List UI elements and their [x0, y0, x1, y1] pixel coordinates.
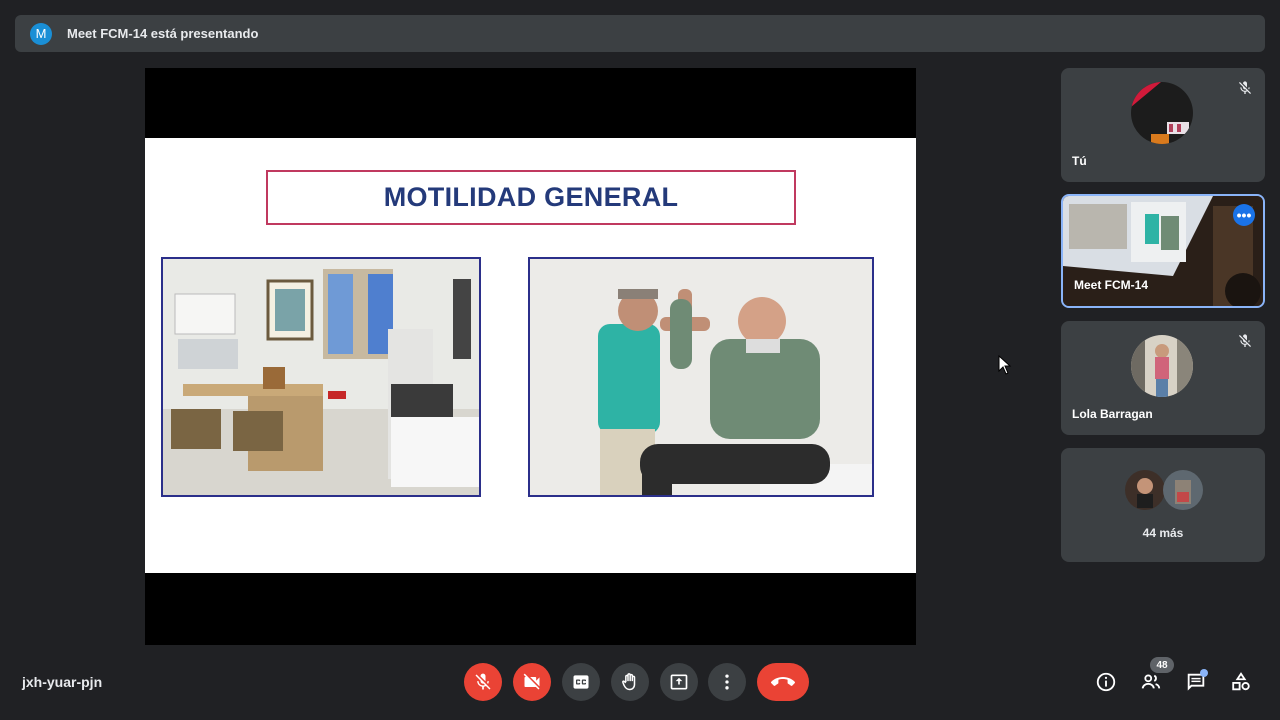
- raise-hand-icon: [622, 673, 636, 691]
- presenting-banner: M Meet FCM-14 está presentando: [15, 15, 1265, 52]
- avatar: [1131, 82, 1193, 144]
- participant-tile-lola[interactable]: Lola Barragan: [1061, 321, 1265, 435]
- mic-off-icon: [475, 673, 491, 690]
- presentation-stage: MOTILIDAD GENERAL: [145, 68, 916, 645]
- mic-off-icon: [1239, 81, 1251, 94]
- slide-title-box: MOTILIDAD GENERAL: [266, 170, 796, 225]
- videocam-off-icon: [523, 673, 540, 690]
- mic-toggle-button[interactable]: [464, 663, 502, 701]
- more-vert-icon: [725, 674, 729, 690]
- avatar: [1131, 335, 1193, 397]
- avatar-stack: [1125, 470, 1203, 510]
- mobility-exam-photo: [528, 257, 874, 497]
- meeting-code: jxh-yuar-pjn: [22, 674, 103, 690]
- presenting-text: Meet FCM-14 está presentando: [67, 26, 259, 41]
- present-button[interactable]: [660, 663, 698, 701]
- leave-call-button[interactable]: [757, 663, 809, 701]
- more-options-button[interactable]: [708, 663, 746, 701]
- participant-name: Lola Barragan: [1072, 407, 1153, 421]
- unread-indicator: [1200, 669, 1208, 677]
- activities-button[interactable]: [1229, 670, 1253, 694]
- participant-name: Tú: [1072, 154, 1087, 168]
- call-end-icon: [771, 677, 795, 686]
- mic-off-icon: [1239, 334, 1251, 347]
- captions-button[interactable]: [562, 663, 600, 701]
- closed-caption-icon: [573, 675, 589, 689]
- raise-hand-button[interactable]: [611, 663, 649, 701]
- more-participants-label: 44 más: [1142, 526, 1184, 540]
- slide: MOTILIDAD GENERAL: [145, 138, 916, 573]
- camera-toggle-button[interactable]: [513, 663, 551, 701]
- participant-tile-more[interactable]: 44 más: [1061, 448, 1265, 562]
- people-icon: [1141, 674, 1161, 689]
- participant-count-badge: 48: [1150, 657, 1174, 673]
- mouse-cursor-icon: [998, 355, 1012, 375]
- participant-tile-you[interactable]: Tú: [1061, 68, 1265, 182]
- slide-title: MOTILIDAD GENERAL: [383, 182, 679, 212]
- participant-name: Meet FCM-14: [1074, 278, 1149, 292]
- meeting-details-button[interactable]: [1094, 670, 1118, 694]
- present-screen-icon: [670, 674, 688, 690]
- activities-icon: [1232, 672, 1250, 691]
- info-icon: [1096, 672, 1116, 692]
- more-options-icon[interactable]: •••: [1233, 204, 1255, 226]
- office-photo: [161, 257, 481, 497]
- people-button[interactable]: [1139, 670, 1163, 694]
- presenter-avatar: M: [30, 22, 52, 45]
- participant-tile-presenter[interactable]: ••• Meet FCM-14: [1061, 194, 1265, 308]
